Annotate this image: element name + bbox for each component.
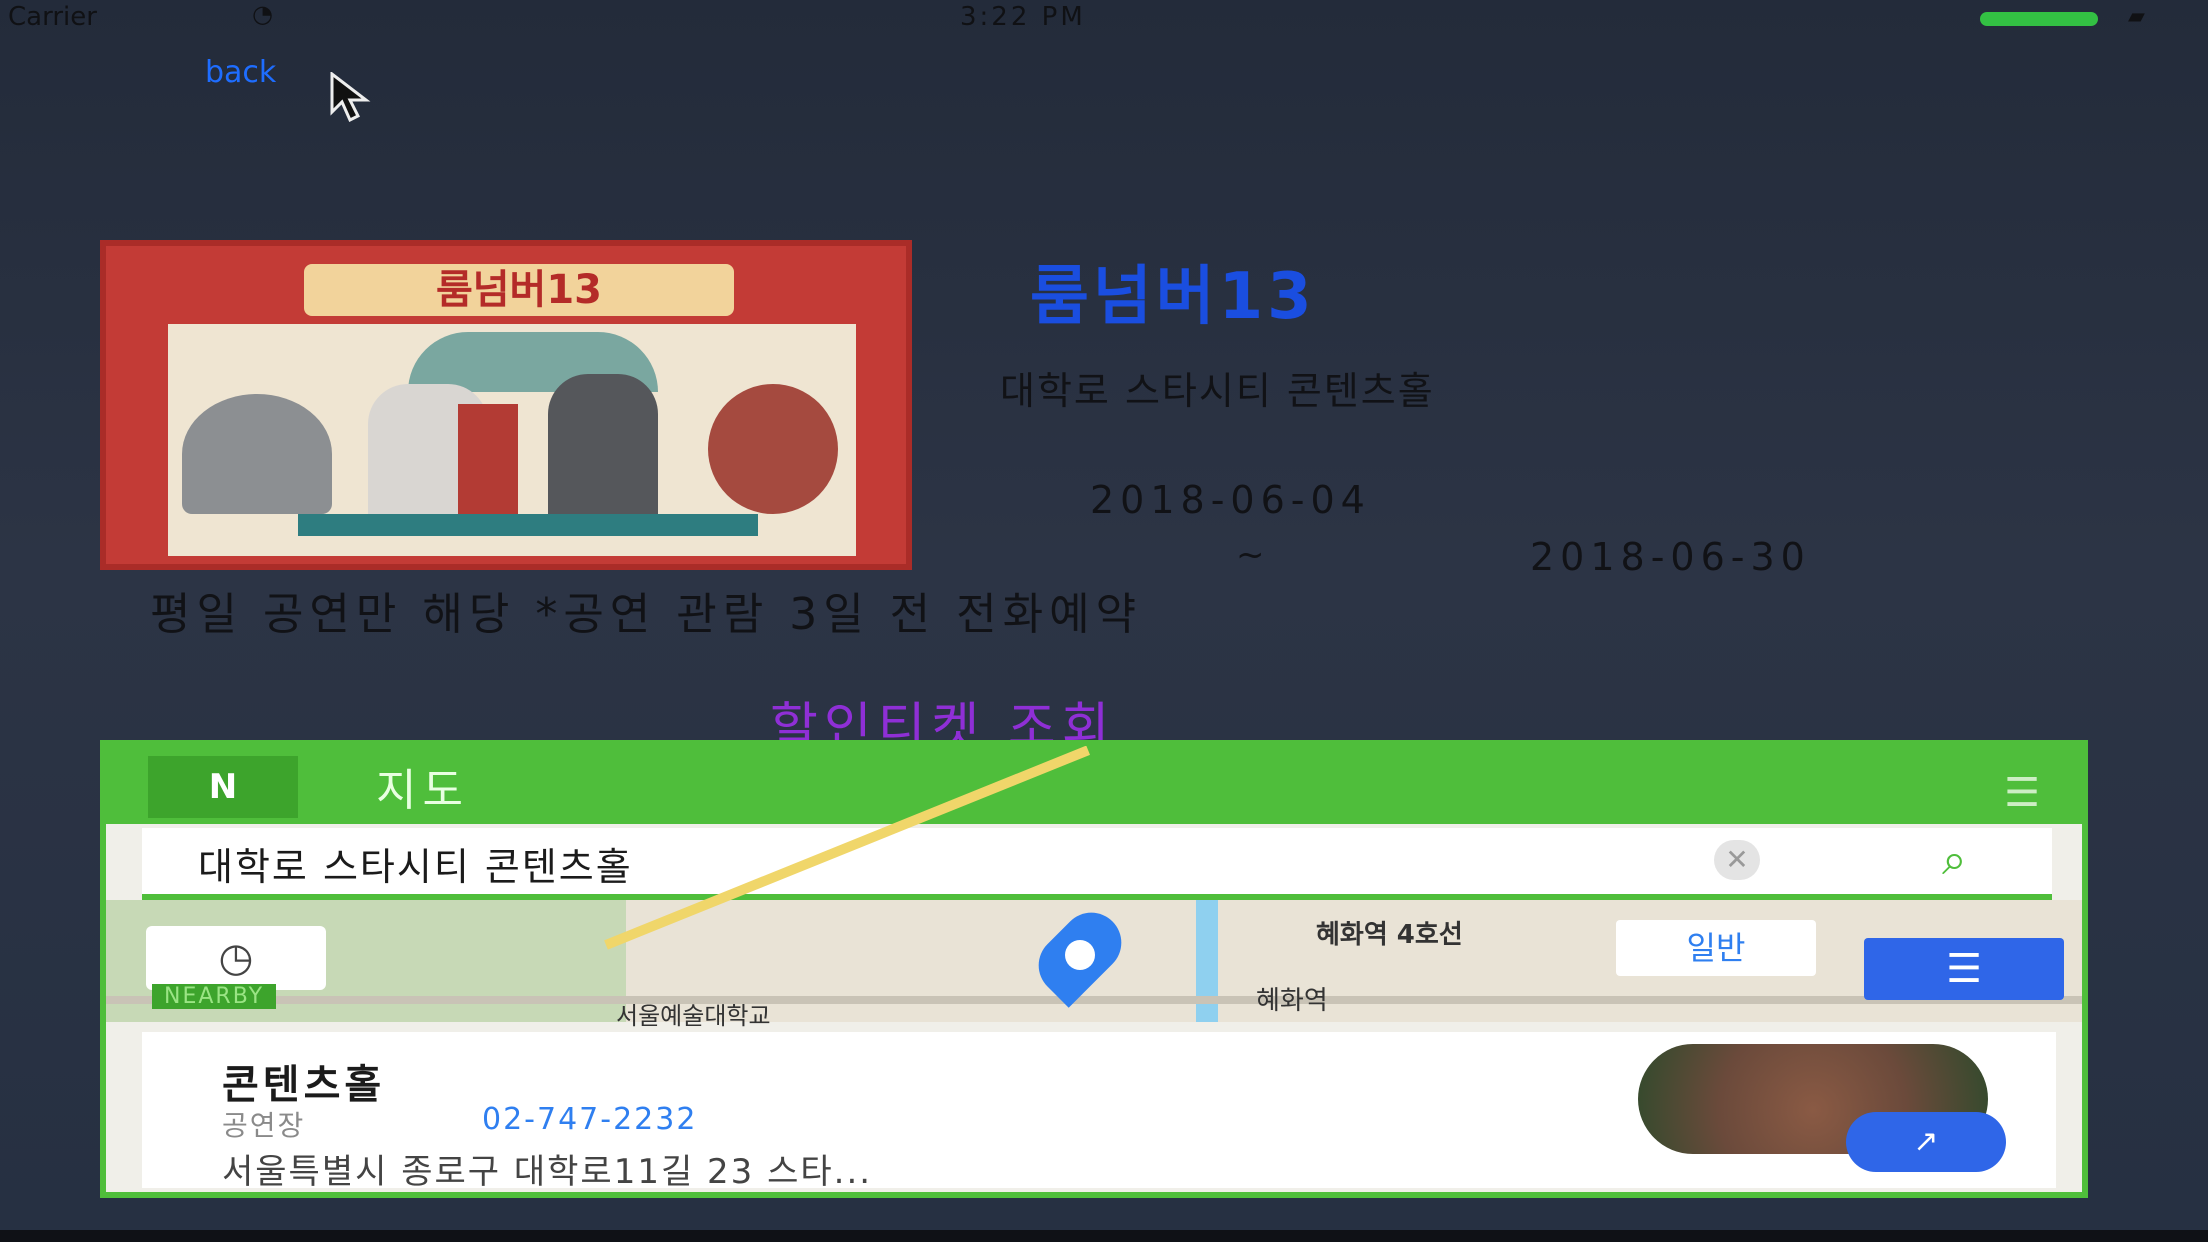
poster-title: 룸넘버13 xyxy=(304,264,734,316)
date-separator: ~ xyxy=(1236,535,1265,575)
directions-button[interactable]: ↗ xyxy=(1846,1112,2006,1172)
place-address: 서울특별시 종로구 대학로11길 23 스타... xyxy=(222,1152,873,1192)
map-canvas[interactable]: ◷ NEARBY 혜화역 4호선 혜화역 서울예술대학교 일반 ☰ xyxy=(106,746,2082,1030)
station-label: 혜화역 xyxy=(1256,986,1328,1016)
status-bar: Carrier ◔ 3:22 PM ▰ xyxy=(0,0,2208,36)
battery-tip-icon: ▰ xyxy=(2128,4,2145,29)
search-query[interactable]: 대학로 스타시티 콘텐츠홀 xyxy=(198,836,633,891)
naver-logo[interactable]: N xyxy=(148,756,298,818)
carrier-label: Carrier xyxy=(8,2,97,32)
clock-icon[interactable]: ◷ xyxy=(146,926,326,990)
start-date: 2018-06-04 xyxy=(1090,478,1371,522)
map-search-input[interactable]: 대학로 스타시티 콘텐츠홀 ✕ ⌕ xyxy=(142,828,2052,900)
poster-illustration xyxy=(168,324,856,556)
map-widget[interactable]: N 지도 ☰ 대학로 스타시티 콘텐츠홀 ✕ ⌕ ◷ NEARBY 혜화역 4호… xyxy=(100,740,2088,1198)
nearby-badge: NEARBY xyxy=(152,984,277,1009)
place-category: 공연장 xyxy=(222,1109,306,1142)
list-view-button[interactable]: ☰ xyxy=(1864,938,2064,1000)
map-title: 지도 xyxy=(376,765,469,816)
clear-icon[interactable]: ✕ xyxy=(1714,840,1760,880)
back-button[interactable]: back xyxy=(205,55,276,90)
mouse-cursor-icon xyxy=(330,72,371,122)
bottom-edge xyxy=(0,1230,2208,1242)
booking-notice: 평일 공연만 해당 *공연 관람 3일 전 전화예약 xyxy=(150,589,1143,640)
show-title: 룸넘버13 xyxy=(1030,260,1316,334)
place-card[interactable]: 콘텐츠홀 공연장 02-747-2232 서울특별시 종로구 대학로11길 23… xyxy=(142,1032,2056,1192)
search-icon[interactable]: ⌕ xyxy=(1942,834,1967,885)
map-header: N 지도 ☰ xyxy=(106,746,2082,824)
menu-icon[interactable]: ☰ xyxy=(2004,770,2040,816)
university-label: 서울예술대학교 xyxy=(616,1002,771,1030)
end-date: 2018-06-30 xyxy=(1530,535,1811,579)
venue-name: 대학로 스타시티 콘텐츠홀 xyxy=(1000,369,1435,413)
subway-label: 혜화역 4호선 xyxy=(1316,920,1463,950)
show-poster: 룸넘버13 xyxy=(100,240,912,570)
place-phone-link[interactable]: 02-747-2232 xyxy=(482,1102,697,1137)
battery-icon xyxy=(1980,12,2098,26)
wifi-icon: ◔ xyxy=(252,0,273,28)
normal-map-button[interactable]: 일반 xyxy=(1616,920,1816,976)
place-name: 콘텐츠홀 xyxy=(222,1062,386,1108)
status-time: 3:22 PM xyxy=(960,2,1086,32)
